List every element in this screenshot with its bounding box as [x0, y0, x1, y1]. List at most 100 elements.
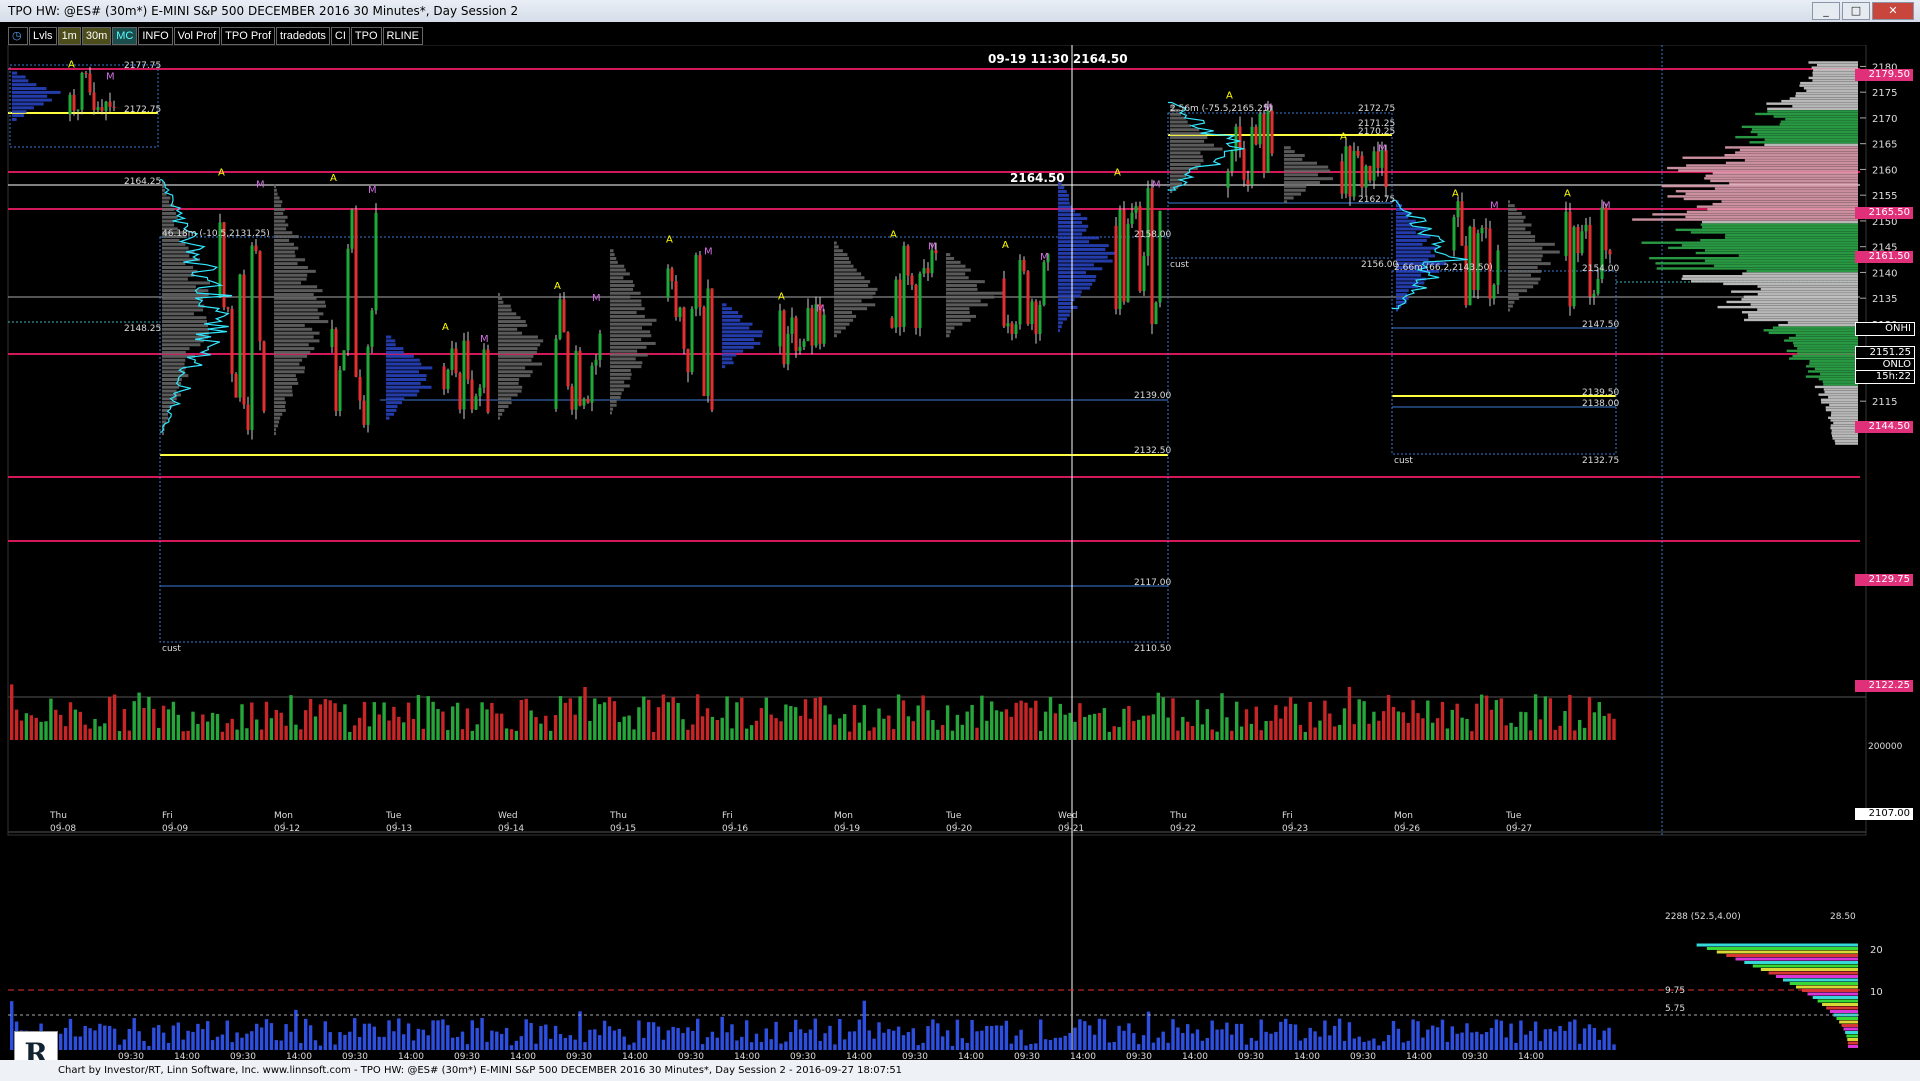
composite-profile-row: [1787, 321, 1858, 324]
ci-bar: [1318, 1036, 1322, 1050]
composite-profile-row: [1772, 326, 1858, 329]
composite-profile-row: [1700, 238, 1858, 242]
minimize-button[interactable]: _: [1812, 2, 1840, 20]
tpo-profile-row: [498, 312, 517, 316]
clock-icon[interactable]: ◷: [8, 27, 28, 45]
candle-body: [806, 308, 810, 342]
tpo-profile-row: [274, 215, 288, 219]
volume-bar: [191, 711, 195, 740]
volume-bar: [1337, 724, 1342, 740]
volume-bar: [1499, 698, 1503, 740]
toolbar-ci-button[interactable]: CI: [330, 27, 350, 45]
ci-bar: [1117, 1025, 1121, 1050]
volume-bar: [960, 724, 964, 740]
ci-bar: [10, 1001, 14, 1050]
tpo-profile-row: [1508, 304, 1513, 308]
candle-body: [1114, 225, 1118, 310]
candle-body: [1042, 262, 1046, 305]
tpo-profile-row: [610, 264, 625, 268]
toolbar-tpoprof-button[interactable]: TPO Prof: [221, 27, 276, 45]
volume-bar: [857, 722, 862, 740]
candle-body: [570, 386, 574, 410]
ci-bar: [632, 1042, 636, 1050]
ci-bar: [1186, 1024, 1190, 1050]
ci-bar: [926, 1026, 930, 1050]
tpo-letter: A: [1452, 188, 1459, 199]
level-label: 2138.00: [1582, 399, 1619, 409]
tpo-profile-row: [1170, 159, 1204, 163]
tpo-profile-row: [498, 320, 526, 324]
volume-bar: [1440, 701, 1445, 740]
toolbar-mc-button[interactable]: MC: [112, 27, 138, 45]
ci-bar: [1494, 1019, 1499, 1050]
composite-profile-row: [1704, 177, 1858, 180]
candle-body: [598, 333, 602, 360]
composite-profile-row: [1803, 87, 1858, 90]
profile-header: 2.66m (66.2,2143.50): [1394, 263, 1493, 273]
composite-profile-row: [1786, 349, 1858, 353]
toolbar-lvls-button[interactable]: Lvls: [29, 27, 57, 45]
composite-profile-row: [1661, 184, 1858, 188]
ci-time-label: 14:00: [174, 1052, 200, 1060]
date-axis[interactable]: Thu09-08Fri09-09Mon09-12Tue09-13Wed09-14…: [49, 811, 1532, 834]
ci-bar: [455, 1036, 460, 1050]
tpo-profile-row: [274, 339, 320, 343]
tpo-profile-row: [1508, 254, 1543, 258]
tpo-profile-row: [274, 432, 276, 436]
tpo-profile-row: [274, 200, 283, 204]
tpo-profile-row: [274, 192, 278, 196]
volume-bar: [1538, 719, 1543, 740]
toolbar-tradedots-button[interactable]: tradedots: [276, 27, 330, 45]
ci-time-label: 09:30: [678, 1052, 704, 1060]
composite-profile-row: [1675, 190, 1858, 193]
date-axis-date: 09-27: [1506, 824, 1532, 834]
tpo-profile-row: [274, 304, 327, 308]
tpo-profile-row: [610, 349, 638, 353]
volume-bar: [1396, 711, 1401, 740]
tpo-profile-row: [722, 361, 734, 365]
tpo-profile-row: [1396, 273, 1422, 277]
price-axis-label: 2165: [1872, 140, 1897, 151]
tpo-profile-row: [162, 208, 175, 212]
toolbar-1m-button[interactable]: 1m: [57, 27, 81, 45]
tpo-profile-row: [1058, 267, 1103, 271]
volume-bar: [318, 704, 323, 740]
tpo-profile-row: [498, 304, 511, 308]
close-button[interactable]: ✕: [1872, 2, 1914, 20]
ci-bar: [1024, 1045, 1028, 1050]
tpo-profile-row: [386, 381, 421, 385]
volume-bar: [1460, 717, 1464, 740]
chart-canvas[interactable]: AMAMAMAMAMAMAMAM AMAMAMAMAMAM 09-19 11:30…: [0, 45, 1920, 1060]
composite-profile-row: [1750, 130, 1858, 134]
toolbar-rline-button[interactable]: RLINE: [382, 27, 423, 45]
tpo-profile-row: [1170, 151, 1201, 155]
volume-bar: [1293, 703, 1298, 740]
ci-bar: [1127, 1023, 1131, 1050]
ci-bar: [353, 1018, 357, 1050]
tpo-profile-row: [162, 308, 204, 312]
ci-bar: [1220, 1029, 1224, 1050]
ci-bar: [872, 1038, 876, 1050]
tpo-letter: M: [1152, 180, 1161, 191]
volume-bar: [1308, 702, 1312, 740]
tpo-profile-row: [610, 361, 643, 365]
tpo-profile-row: [498, 397, 512, 401]
toolbar-tpo-button[interactable]: TPO: [350, 27, 382, 45]
composite-profile-row: [1724, 153, 1858, 157]
maximize-button[interactable]: □: [1842, 2, 1870, 20]
toolbar-volprof-button[interactable]: Vol Prof: [173, 27, 221, 45]
ci-bar: [1396, 1028, 1401, 1050]
volume-bar: [745, 728, 749, 740]
toolbar-info-button[interactable]: INFO: [138, 27, 173, 45]
candle-body: [1122, 209, 1126, 302]
level-label: 2172.75: [1358, 104, 1395, 114]
tpo-profile-row: [1508, 293, 1519, 297]
composite-profile-row: [1721, 200, 1858, 203]
ci-bar: [857, 1019, 862, 1050]
tpo-profile-row: [386, 374, 427, 378]
composite-profile-row: [1788, 336, 1858, 340]
tpo-profile-row: [1396, 223, 1412, 227]
candle-body: [698, 255, 702, 308]
toolbar-30m-button[interactable]: 30m: [81, 27, 112, 45]
ci-bar: [994, 1025, 999, 1050]
